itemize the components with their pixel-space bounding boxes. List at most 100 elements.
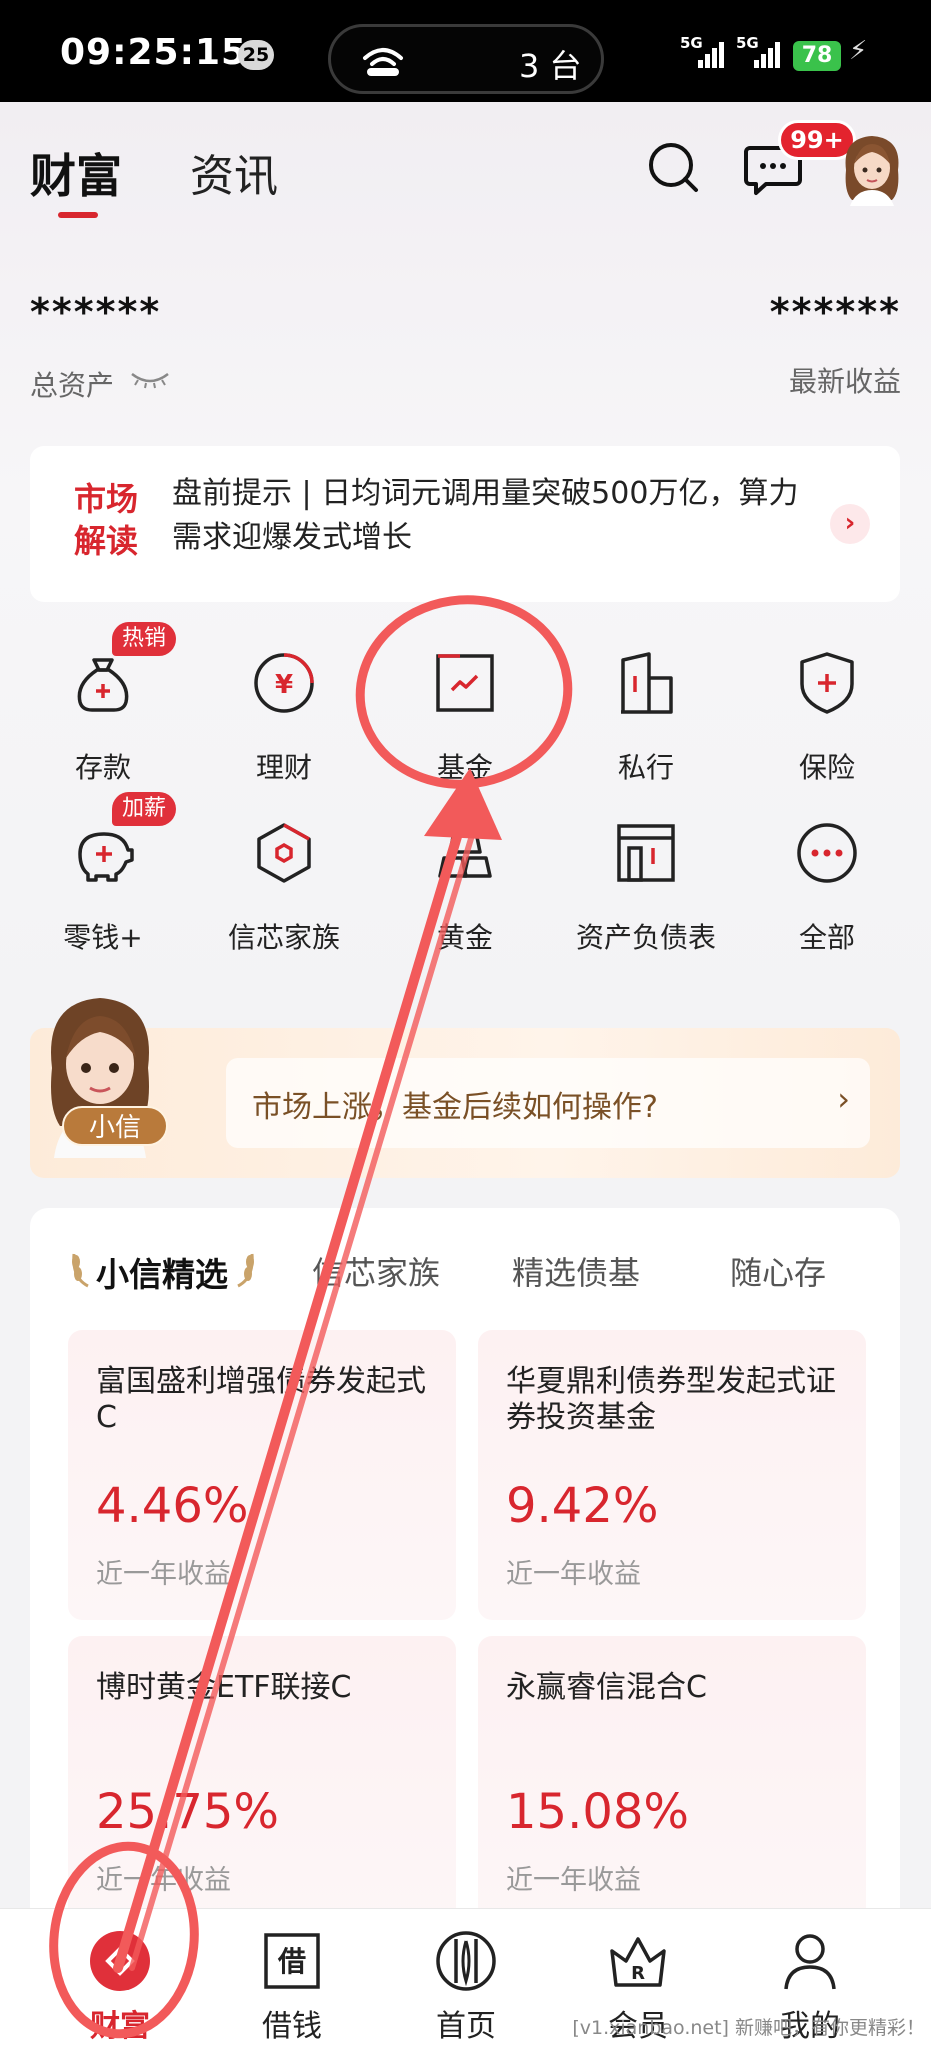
nav-label: 财富 — [90, 2009, 150, 2044]
grid-item-change-plus[interactable]: 加薪 零钱+ — [28, 792, 178, 960]
chevron-right-icon[interactable]: › — [830, 504, 870, 544]
tab-news[interactable]: 资讯 — [190, 140, 278, 204]
hexagon-icon — [257, 823, 311, 883]
svg-text:借: 借 — [277, 1945, 306, 1978]
battery-indicator: 78 — [793, 41, 841, 71]
yuan-coin-icon: ¥ — [254, 653, 314, 713]
latest-earnings-masked: ****** — [769, 290, 901, 334]
fund-name: 永赢睿信混合C — [506, 1670, 707, 1705]
home-logo-icon — [436, 1931, 496, 1991]
fund-return-rate: 4.46% — [96, 1478, 249, 1534]
fund-picks-section: 小信精选 信芯家族 精选债基 随心存 富国盛利增强债券发起式C 4.46% 近一… — [30, 1208, 900, 1908]
nav-borrow[interactable]: 借 借钱 — [222, 1909, 362, 2048]
fund-return-label: 近一年收益 — [96, 1559, 231, 1590]
grid-item-private-banking[interactable]: 私行 — [571, 650, 721, 790]
nav-label: 借钱 — [262, 2009, 322, 2044]
fund-name: 华夏鼎利债券型发起式证券投资基金 — [506, 1364, 836, 1435]
grid-label: 全部 — [798, 921, 855, 954]
market-insight-text: 盘前提示 | 日均词元调用量突破500万亿，算力需求迎爆发式增长 — [172, 476, 799, 555]
nav-wealth[interactable]: 财富 — [50, 1909, 190, 2048]
charging-icon: ⚡ — [849, 36, 868, 66]
grid-item-xinxin-family[interactable]: 信芯家族 — [209, 820, 359, 960]
tab-wealth[interactable]: 财富 — [30, 140, 122, 206]
market-tag-line2: 解读 — [73, 522, 138, 560]
dynamic-island[interactable]: 3 台 — [328, 24, 604, 94]
more-dots-icon — [797, 823, 857, 883]
grid-item-deposit[interactable]: 热销 存款 — [28, 622, 178, 790]
assistant-name: 小信 — [62, 1106, 168, 1146]
svg-text:¥: ¥ — [275, 670, 293, 700]
grid-label: 理财 — [255, 751, 312, 784]
grid-item-gold[interactable]: 黄金 — [390, 820, 540, 960]
grid-item-balance-sheet[interactable]: 资产负债表 — [571, 820, 721, 960]
total-assets-masked: ****** — [30, 290, 162, 334]
grid-item-insurance[interactable]: 保险 — [752, 650, 902, 790]
total-assets-label: 总资产 — [30, 369, 115, 402]
tab-selected-bond-funds[interactable]: 精选债基 — [512, 1248, 640, 1294]
tab-active-indicator — [58, 212, 98, 218]
watermark-text: [v1.xianbao.net] 新赚吧，有你更精彩！ — [572, 2017, 925, 2039]
fund-return-rate: 25.75% — [96, 1784, 280, 1840]
chevron-right-icon: › — [837, 1080, 850, 1118]
balance-sheet-icon — [617, 824, 675, 882]
gold-bar-icon — [438, 830, 492, 878]
shield-plus-icon — [800, 652, 854, 714]
eye-closed-icon[interactable] — [130, 370, 170, 390]
diamond-logo-icon — [90, 1931, 150, 1991]
building-icon — [621, 652, 673, 714]
fund-return-label: 近一年收益 — [506, 1865, 641, 1896]
market-tag: 市场 解读 — [66, 478, 146, 562]
fund-return-label: 近一年收益 — [506, 1559, 641, 1590]
grid-label: 信芯家族 — [227, 921, 340, 954]
fund-card[interactable]: 华夏鼎利债券型发起式证券投资基金 9.42% 近一年收益 — [478, 1330, 866, 1620]
user-icon — [784, 1934, 836, 1990]
fund-name: 博时黄金ETF联接C — [96, 1670, 352, 1705]
borrow-icon: 借 — [264, 1933, 320, 1989]
grid-item-all[interactable]: 全部 — [752, 820, 902, 960]
grid-label: 黄金 — [436, 921, 493, 954]
fund-return-rate: 15.08% — [506, 1784, 690, 1840]
assistant-prompt-bubble[interactable]: 市场上涨，基金后续如何操作? › — [226, 1058, 870, 1148]
grid-label: 基金 — [436, 751, 493, 784]
grid-label: 保险 — [798, 751, 855, 784]
svg-text:R: R — [631, 1963, 645, 1984]
tab-flexible-deposit[interactable]: 随心存 — [730, 1248, 826, 1294]
crown-member-icon: R — [610, 1937, 666, 1987]
fund-card[interactable]: 博时黄金ETF联接C 25.75% 近一年收益 — [68, 1636, 456, 1908]
fund-name: 富国盛利增强债券发起式C — [96, 1364, 426, 1435]
fund-card[interactable]: 永赢睿信混合C 15.08% 近一年收益 — [478, 1636, 866, 1908]
signal-5g-2-icon: 5G — [736, 34, 782, 70]
island-text: 3 台 — [519, 47, 582, 85]
notification-count-badge: 25 — [238, 40, 274, 70]
nav-home[interactable]: 首页 — [396, 1909, 536, 2048]
grid-label: 零钱+ — [63, 921, 143, 954]
money-bag-icon — [77, 658, 129, 712]
status-time: 09:25:15 — [60, 32, 248, 73]
avatar[interactable] — [836, 130, 908, 206]
market-insight-card[interactable]: 市场 解读 盘前提示 | 日均词元调用量突破500万亿，算力需求迎爆发式增长 › — [30, 446, 900, 602]
grid-label: 资产负债表 — [575, 921, 716, 954]
fund-return-rate: 9.42% — [506, 1478, 659, 1534]
grid-item-wealth-management[interactable]: ¥ 理财 — [209, 650, 359, 790]
signal-5g-1-icon: 5G — [680, 34, 726, 70]
tab-xinxin-family[interactable]: 信芯家族 — [312, 1248, 440, 1294]
status-bar: 09:25:15 25 3 台 5G 5G 78 ⚡ — [0, 0, 931, 102]
assistant-prompt-text: 市场上涨，基金后续如何操作? — [252, 1090, 658, 1125]
grid-label: 存款 — [74, 751, 131, 784]
laurel-right-icon — [237, 1253, 254, 1288]
fund-card[interactable]: 富国盛利增强债券发起式C 4.46% 近一年收益 — [68, 1330, 456, 1620]
tab-xiaoxin-picks[interactable]: 小信精选 — [96, 1248, 228, 1296]
fund-chart-icon — [436, 654, 494, 712]
search-icon[interactable] — [646, 140, 700, 194]
wifi-share-icon — [363, 48, 403, 76]
latest-earnings-label[interactable]: 最新收益 — [789, 360, 901, 400]
grid-label: 私行 — [617, 751, 674, 784]
bottom-navigation: 财富 借 借钱 首页 R 会员 我的 [v1.xianbao.net] 新赚吧，… — [0, 1908, 931, 2048]
market-tag-line1: 市场 — [73, 480, 138, 518]
grid-item-fund[interactable]: 基金 — [390, 650, 540, 790]
piggy-bank-icon — [78, 832, 134, 882]
nav-label: 首页 — [436, 2009, 496, 2044]
fund-return-label: 近一年收益 — [96, 1865, 231, 1896]
laurel-left-icon — [72, 1253, 89, 1288]
wealth-page: 财富 资讯 99+ ****** ****** 总资产 最新收益 市场 解读 盘… — [0, 102, 931, 1908]
